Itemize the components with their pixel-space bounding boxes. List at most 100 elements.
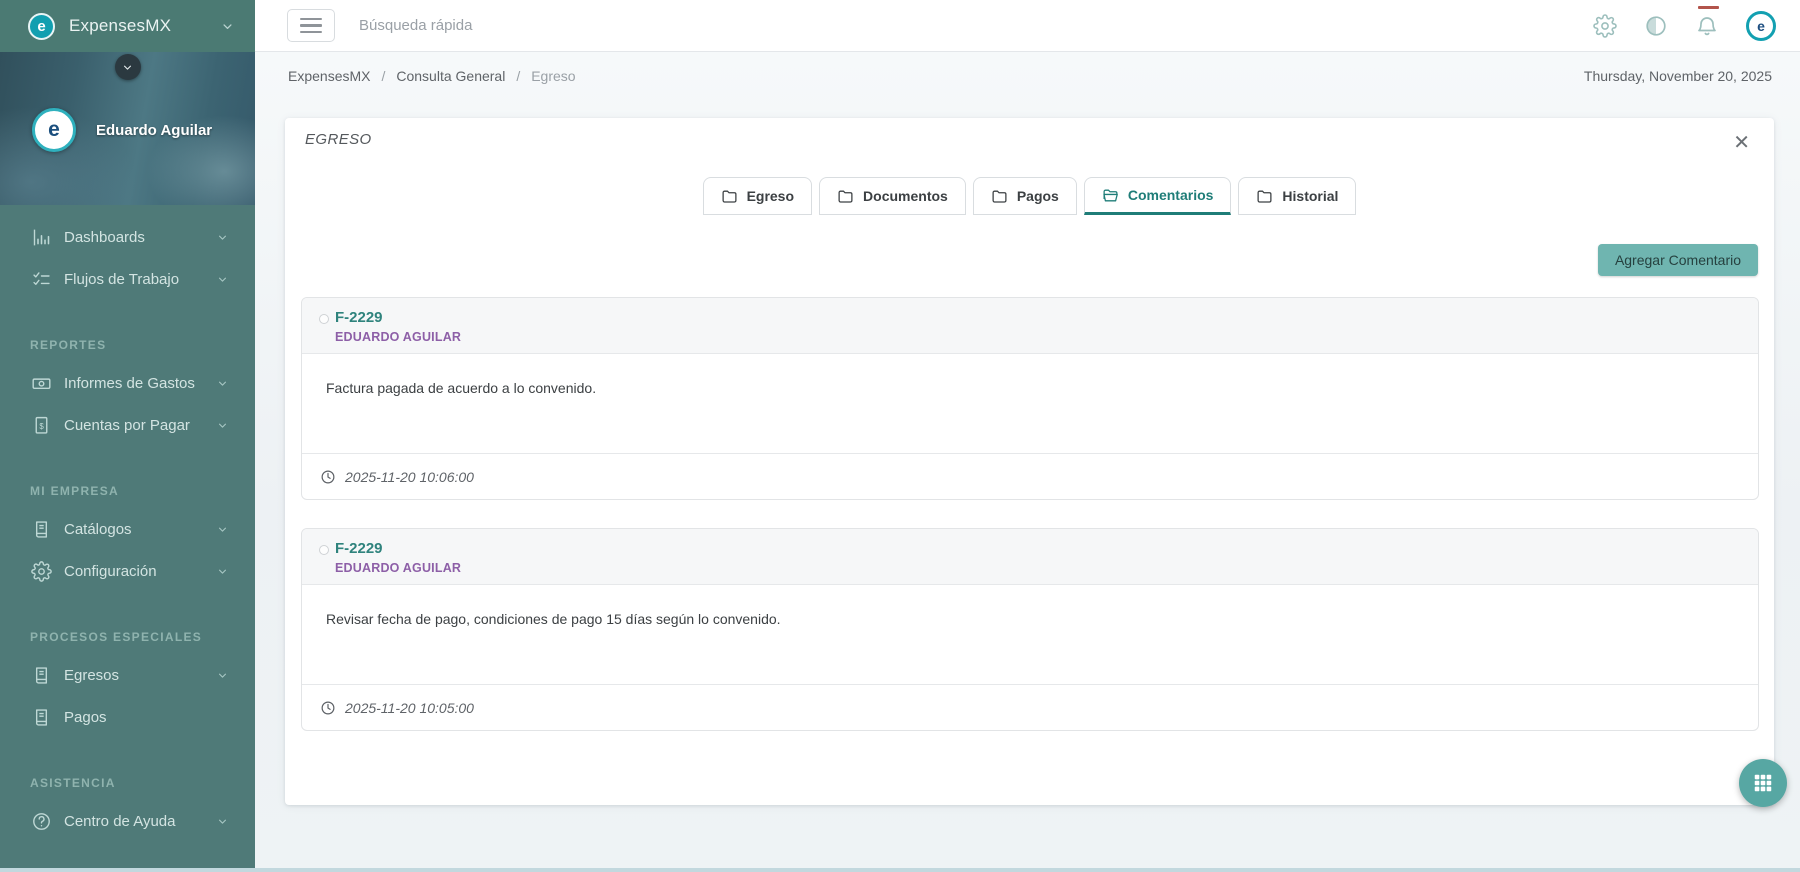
comment-header: F-2229 EDUARDO AGUILAR: [302, 529, 1758, 585]
folder-open-icon: [1102, 187, 1119, 204]
book-icon: [30, 518, 52, 540]
comment-radio[interactable]: [319, 545, 329, 555]
brand-name: ExpensesMX: [69, 16, 172, 35]
sidebar-item-label: Flujos de Trabajo: [64, 270, 180, 288]
book-icon: [30, 664, 52, 686]
comment-body: Revisar fecha de pago, condiciones de pa…: [326, 611, 781, 627]
tab-label: Historial: [1282, 188, 1339, 204]
folder-icon: [837, 188, 854, 205]
breadcrumb-item-egreso: Egreso: [531, 68, 576, 84]
close-icon[interactable]: ✕: [1729, 131, 1754, 155]
breadcrumb-separator: /: [381, 68, 386, 84]
tab-pagos[interactable]: Pagos: [972, 177, 1077, 215]
notifications-bell-icon[interactable]: [1695, 5, 1719, 38]
sidebar-item-cuentas-por-pagar[interactable]: Cuentas por Pagar: [0, 404, 255, 446]
egreso-panel: EGRESO ✕ Egreso Documentos Pagos Comenta…: [285, 118, 1774, 805]
breadcrumb: ExpensesMX / Consulta General / Egreso: [288, 68, 576, 84]
sidebar-item-flujos-de-trabajo[interactable]: Flujos de Trabajo: [0, 258, 255, 300]
app-logo-icon: e: [28, 12, 55, 40]
comment-header: F-2229 EDUARDO AGUILAR: [302, 298, 1758, 354]
contrast-theme-icon[interactable]: [1644, 14, 1668, 38]
tab-label: Pagos: [1016, 188, 1059, 204]
menu-toggle-button[interactable]: [287, 9, 335, 42]
account-avatar[interactable]: e: [1746, 10, 1776, 41]
comment-radio[interactable]: [319, 314, 329, 324]
grid-icon: [1752, 772, 1774, 794]
sidebar-item-label: Informes de Gastos: [64, 374, 195, 392]
user-name: Eduardo Aguilar: [96, 121, 213, 139]
apps-grid-fab-button[interactable]: [1739, 759, 1787, 807]
sidebar-section-procesos-especiales: PROCESOS ESPECIALES: [30, 630, 203, 644]
tab-comentarios[interactable]: Comentarios: [1083, 177, 1232, 215]
current-date: Thursday, November 20, 2025: [1583, 68, 1772, 84]
checklist-icon: [30, 268, 52, 290]
gear-icon: [30, 560, 52, 582]
tab-historial[interactable]: Historial: [1238, 177, 1357, 215]
comment-timestamp: 2025-11-20 10:05:00: [345, 699, 474, 716]
user-profile-panel: e Eduardo Aguilar: [0, 52, 255, 205]
receipt-icon: [30, 414, 52, 436]
sidebar-section-mi-empresa: MI EMPRESA: [30, 484, 120, 498]
chevron-down-icon: [216, 273, 229, 286]
settings-gear-icon[interactable]: [1593, 14, 1617, 38]
detail-tabs: Egreso Documentos Pagos Comentarios Hist…: [285, 177, 1774, 215]
app-window: e ExpensesMX e Eduardo Aguilar Dashboard…: [0, 0, 1800, 872]
comment-author: EDUARDO AGUILAR: [335, 330, 462, 344]
sidebar: e ExpensesMX e Eduardo Aguilar Dashboard…: [0, 0, 255, 872]
folder-icon: [991, 188, 1008, 205]
sidebar-item-egresos[interactable]: Egresos: [0, 654, 255, 696]
sidebar-item-label: Catálogos: [64, 520, 132, 538]
folder-icon: [1256, 188, 1273, 205]
comment-reference[interactable]: F-2229: [335, 309, 461, 326]
chevron-down-icon: [216, 669, 229, 682]
folder-icon: [721, 188, 738, 205]
comment-timestamp: 2025-11-20 10:06:00: [345, 468, 474, 485]
sidebar-item-configuracion[interactable]: Configuración: [0, 550, 255, 592]
notification-indicator: [1698, 5, 1719, 9]
sidebar-nav: Dashboards Flujos de Trabajo REPORTES In…: [0, 205, 255, 842]
sidebar-item-informes-de-gastos[interactable]: Informes de Gastos: [0, 362, 255, 404]
chevron-down-icon: [216, 231, 229, 244]
comment-reference[interactable]: F-2229: [335, 540, 461, 557]
topbar: e: [255, 0, 1800, 52]
book-icon: [30, 706, 52, 728]
breadcrumb-item-consulta-general[interactable]: Consulta General: [396, 68, 505, 84]
sidebar-item-centro-de-ayuda[interactable]: Centro de Ayuda: [0, 800, 255, 842]
sidebar-item-label: Dashboards: [64, 228, 145, 246]
money-bill-icon: [30, 372, 52, 394]
comment-footer: 2025-11-20 10:06:00: [302, 453, 1758, 499]
sidebar-section-asistencia: ASISTENCIA: [30, 776, 116, 790]
sidebar-section-reportes: REPORTES: [30, 338, 107, 352]
horizontal-scrollbar[interactable]: [0, 868, 1800, 872]
chevron-down-icon: [216, 419, 229, 432]
clock-icon: [320, 700, 336, 716]
tab-egreso[interactable]: Egreso: [702, 177, 813, 215]
comments-list: F-2229 EDUARDO AGUILAR Factura pagada de…: [285, 276, 1774, 731]
tab-documentos[interactable]: Documentos: [819, 177, 966, 215]
user-avatar[interactable]: e: [32, 108, 76, 152]
chevron-down-icon[interactable]: [220, 19, 235, 34]
tab-label: Documentos: [863, 188, 948, 204]
sidebar-item-label: Centro de Ayuda: [64, 812, 176, 830]
sidebar-item-catalogos[interactable]: Catálogos: [0, 508, 255, 550]
breadcrumb-item-expensesmx[interactable]: ExpensesMX: [288, 68, 370, 84]
panel-title: EGRESO: [305, 131, 372, 148]
profile-collapse-toggle[interactable]: [114, 54, 141, 80]
tab-label: Comentarios: [1127, 187, 1214, 203]
tab-label: Egreso: [746, 188, 795, 204]
sidebar-item-label: Pagos: [64, 708, 107, 726]
chevron-down-icon: [216, 377, 229, 390]
clock-icon: [320, 469, 336, 485]
help-circle-icon: [30, 810, 52, 832]
main-content: ExpensesMX / Consulta General / Egreso T…: [255, 52, 1800, 872]
sidebar-item-pagos[interactable]: Pagos: [0, 696, 255, 738]
sidebar-brand-header[interactable]: e ExpensesMX: [0, 0, 255, 52]
breadcrumb-bar: ExpensesMX / Consulta General / Egreso T…: [255, 52, 1800, 100]
add-comment-button[interactable]: Agregar Comentario: [1597, 244, 1758, 276]
breadcrumb-separator: /: [516, 68, 521, 84]
sidebar-item-dashboards[interactable]: Dashboards: [0, 216, 255, 258]
search-input[interactable]: [359, 17, 679, 34]
bar-chart-icon: [30, 226, 52, 248]
comment-author: EDUARDO AGUILAR: [335, 561, 462, 575]
chevron-down-icon: [216, 565, 229, 578]
